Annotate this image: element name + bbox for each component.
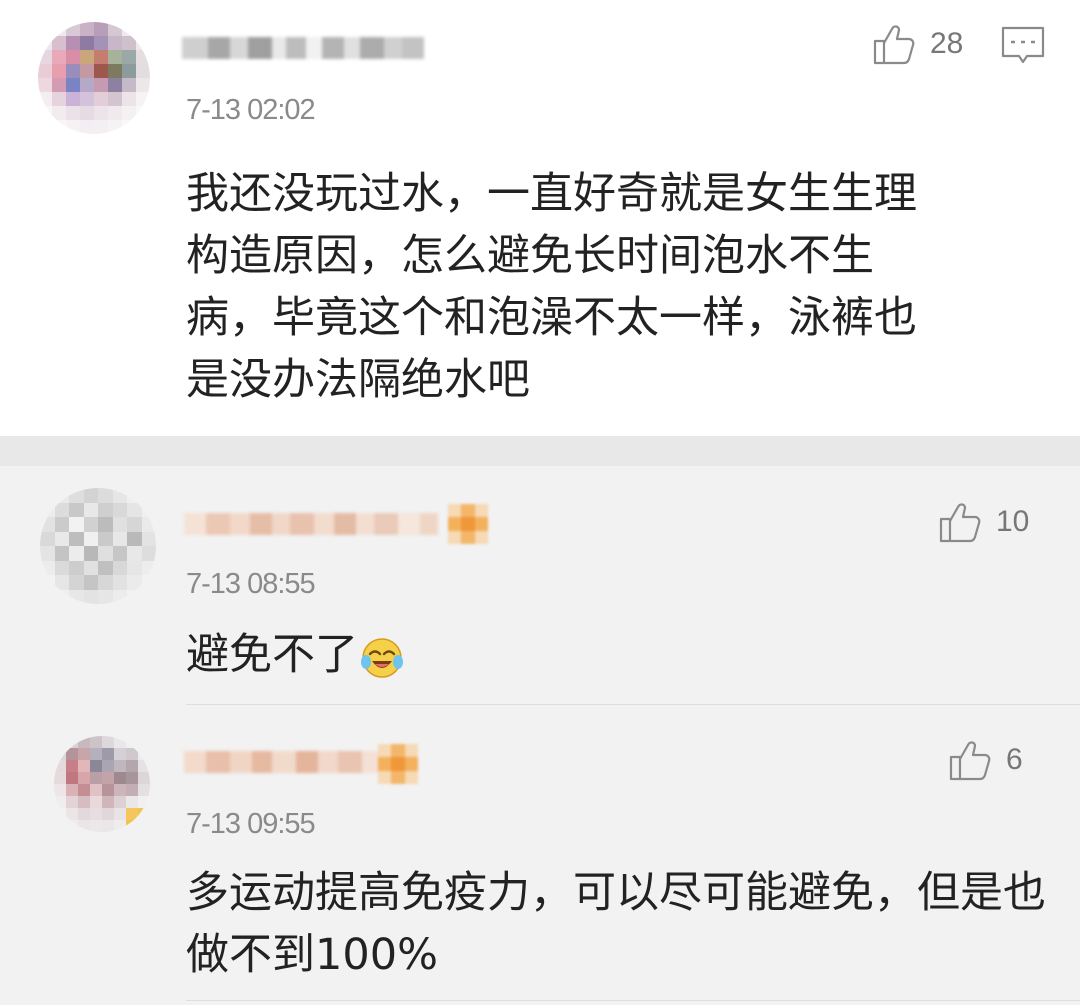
comment-line: 构造原因，怎么避免长时间泡水不生 [186, 231, 874, 281]
thumbs-up-icon [939, 503, 981, 543]
main-comment: 7-13 02:02 28 我还没玩过水，一直好奇就是女生生理 构造原因，怎么避… [0, 0, 1080, 436]
avatar[interactable] [54, 736, 150, 832]
reply-separator [186, 704, 1080, 705]
like-button[interactable]: 28 [872, 22, 963, 66]
comment-line: 病，毕竟这个和泡澡不太一样，泳裤也 [186, 293, 917, 343]
section-divider [0, 436, 1080, 466]
username-blurred[interactable] [184, 504, 438, 544]
reply-separator [186, 1000, 1080, 1001]
comment-line: 做不到100% [186, 930, 438, 980]
comment-text: 避免不了 [186, 624, 404, 686]
like-button[interactable]: 6 [948, 738, 1023, 782]
comment-text: 多运动提高免疫力，可以尽可能避免，但是也 做不到100% [186, 862, 1066, 986]
timestamp: 7-13 08:55 [186, 568, 316, 600]
timestamp: 7-13 09:55 [186, 808, 316, 840]
comment-icon[interactable] [1001, 26, 1045, 66]
timestamp: 7-13 02:02 [186, 94, 316, 126]
comment-line: 我还没玩过水，一直好奇就是女生生理 [186, 169, 917, 219]
comment-text: 我还没玩过水，一直好奇就是女生生理 构造原因，怎么避免长时间泡水不生 病，毕竟这… [186, 163, 1046, 411]
like-count: 28 [930, 27, 964, 60]
comment-line: 多运动提高免疫力，可以尽可能避免，但是也 [186, 868, 1046, 918]
comment-line: 避免不了 [186, 630, 358, 680]
replies-list: 7-13 08:55 10 避免不了 7-13 09:55 6 多运动提高免疫力… [0, 466, 1080, 1005]
comment-line: 是没办法隔绝水吧 [186, 355, 530, 405]
laugh-cry-emoji-icon [361, 637, 403, 678]
avatar[interactable] [40, 488, 156, 604]
like-count: 10 [996, 505, 1030, 538]
username-blurred[interactable] [182, 28, 424, 68]
thumbs-up-icon [949, 741, 991, 781]
username-blurred[interactable] [184, 742, 404, 782]
like-button[interactable]: 10 [938, 500, 1029, 544]
level-badge [378, 744, 418, 784]
thumbs-up-icon [873, 25, 915, 65]
avatar[interactable] [38, 22, 150, 134]
level-badge [448, 504, 488, 544]
like-count: 6 [1006, 743, 1023, 776]
